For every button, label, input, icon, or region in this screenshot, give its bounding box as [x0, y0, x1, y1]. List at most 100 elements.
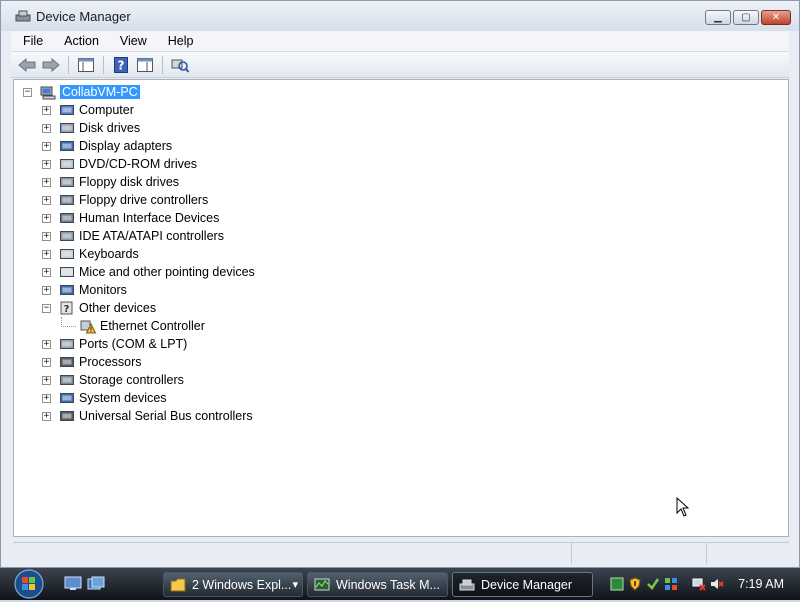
tree-item[interactable]: + Computer	[42, 101, 134, 119]
menu-help[interactable]: Help	[156, 34, 203, 48]
tree-item[interactable]: + IDE ATA/ATAPI controllers	[42, 227, 224, 245]
taskbar-button[interactable]: Windows Task M...	[307, 572, 448, 597]
windows-orb-icon	[14, 569, 44, 599]
tree-item[interactable]: + Mice and other pointing devices	[42, 263, 255, 281]
maximize-icon: ▢	[741, 12, 751, 23]
tree-root-item[interactable]: − CollabVM-PC	[23, 83, 140, 101]
close-button[interactable]: ✕	[761, 10, 791, 25]
collapse-toggle[interactable]: −	[42, 303, 51, 313]
expand-toggle[interactable]: +	[42, 375, 51, 385]
console-tree-icon	[78, 57, 94, 72]
menu-action[interactable]: Action	[52, 34, 108, 48]
taskbar-button-label: Windows Task M...	[336, 577, 440, 592]
expand-toggle[interactable]: +	[42, 177, 51, 187]
toolbar-separator	[68, 55, 69, 74]
tree-item[interactable]: + Display adapters	[42, 137, 172, 155]
collapse-toggle[interactable]: −	[23, 87, 32, 97]
tree-item[interactable]: −? Other devices	[42, 299, 156, 317]
maximize-button[interactable]: ▢	[733, 10, 759, 25]
expand-toggle[interactable]: +	[42, 141, 51, 151]
scan-hardware-icon	[171, 59, 189, 73]
device-tree[interactable]: − CollabVM-PC + Computer + Disk drives + Disp…	[13, 79, 789, 537]
device-manager-icon	[459, 577, 475, 593]
forward-button[interactable]	[41, 56, 61, 74]
show-hide-console-tree-button[interactable]	[76, 56, 96, 74]
keyboard-icon	[59, 246, 75, 262]
tree-item[interactable]: + Floppy drive controllers	[42, 191, 208, 209]
tree-item-label: Ethernet Controller	[100, 319, 205, 333]
expand-toggle[interactable]: +	[42, 393, 51, 403]
tree-item[interactable]: Ethernet Controller	[61, 317, 205, 335]
unknown-device-icon: ?	[59, 300, 75, 316]
expand-toggle[interactable]: +	[42, 267, 51, 277]
expand-toggle[interactable]: +	[42, 195, 51, 205]
menu-file[interactable]: File	[11, 34, 52, 48]
tree-connector	[61, 317, 76, 327]
back-button[interactable]	[17, 56, 37, 74]
expand-toggle[interactable]: +	[42, 285, 51, 295]
tree-item[interactable]: + Processors	[42, 353, 142, 371]
clock[interactable]: 7:19 AM	[738, 577, 784, 591]
tree-item[interactable]: + Keyboards	[42, 245, 139, 263]
show-desktop-icon	[64, 576, 82, 590]
expand-toggle[interactable]: +	[42, 411, 51, 421]
defender-icon[interactable]	[646, 577, 660, 591]
display-adapter-icon	[59, 138, 75, 154]
expand-toggle[interactable]: +	[42, 231, 51, 241]
taskbar-button[interactable]: 2 Windows Expl... ▾	[163, 572, 303, 597]
properties-button[interactable]	[135, 56, 155, 74]
switch-windows-button[interactable]	[87, 576, 105, 591]
minimize-icon: ▁	[714, 12, 722, 23]
expand-toggle[interactable]: +	[42, 123, 51, 133]
tree-item-label: Universal Serial Bus controllers	[79, 409, 253, 423]
toolbar-separator	[162, 55, 163, 74]
scan-hardware-changes-button[interactable]	[170, 56, 190, 74]
tree-item-label: Storage controllers	[79, 373, 184, 387]
tree-item[interactable]: + System devices	[42, 389, 167, 407]
tree-item[interactable]: + Ports (COM & LPT)	[42, 335, 187, 353]
tree-item-label: Other devices	[79, 301, 157, 315]
network-map-icon[interactable]	[664, 577, 678, 591]
expand-toggle[interactable]: +	[42, 213, 51, 223]
tree-item-label: Ports (COM & LPT)	[79, 337, 188, 351]
minimize-button[interactable]: ▁	[705, 10, 731, 25]
tree-item[interactable]: + Human Interface Devices	[42, 209, 219, 227]
show-desktop-button[interactable]	[64, 576, 82, 591]
expand-toggle[interactable]: +	[42, 339, 51, 349]
tree-item[interactable]: + DVD/CD-ROM drives	[42, 155, 197, 173]
tree-item[interactable]: + Storage controllers	[42, 371, 184, 389]
computer-root-icon	[40, 84, 56, 100]
title-bar[interactable]: Device Manager ▁ ▢ ✕	[1, 1, 799, 31]
tree-item-label: DVD/CD-ROM drives	[79, 157, 198, 171]
tree-item[interactable]: + Disk drives	[42, 119, 140, 137]
start-button[interactable]	[8, 569, 50, 599]
status-cell	[13, 543, 572, 564]
floppy-drive-icon	[59, 174, 75, 190]
tree-item-label: Floppy drive controllers	[79, 193, 209, 207]
tree-item-label: Computer	[79, 103, 134, 117]
forward-arrow-icon	[42, 57, 60, 72]
dvd-drive-icon	[59, 156, 75, 172]
security-shield-icon[interactable]	[628, 577, 642, 591]
expand-toggle[interactable]: +	[42, 105, 51, 115]
dropdown-arrow-icon[interactable]: ▾	[292, 578, 298, 591]
window-title: Device Manager	[36, 8, 131, 24]
port-icon	[59, 336, 75, 352]
tree-item-label: Human Interface Devices	[79, 211, 220, 225]
volume-muted-icon[interactable]	[710, 577, 724, 591]
properties-icon	[137, 57, 153, 72]
green-tray-icon[interactable]	[610, 577, 624, 591]
tree-item[interactable]: + Universal Serial Bus controllers	[42, 407, 253, 425]
help-button[interactable]: ?	[111, 56, 131, 74]
expand-toggle[interactable]: +	[42, 159, 51, 169]
expand-toggle[interactable]: +	[42, 357, 51, 367]
tree-item[interactable]: + Floppy disk drives	[42, 173, 179, 191]
network-disconnected-icon[interactable]	[692, 577, 706, 591]
tree-item[interactable]: + Monitors	[42, 281, 127, 299]
system-tray: 7:19 AM	[610, 568, 800, 600]
expand-toggle[interactable]: +	[42, 249, 51, 259]
tree-item-label: Disk drives	[79, 121, 141, 135]
hid-icon	[59, 210, 75, 226]
taskbar-button[interactable]: Device Manager	[452, 572, 593, 597]
menu-view[interactable]: View	[108, 34, 156, 48]
